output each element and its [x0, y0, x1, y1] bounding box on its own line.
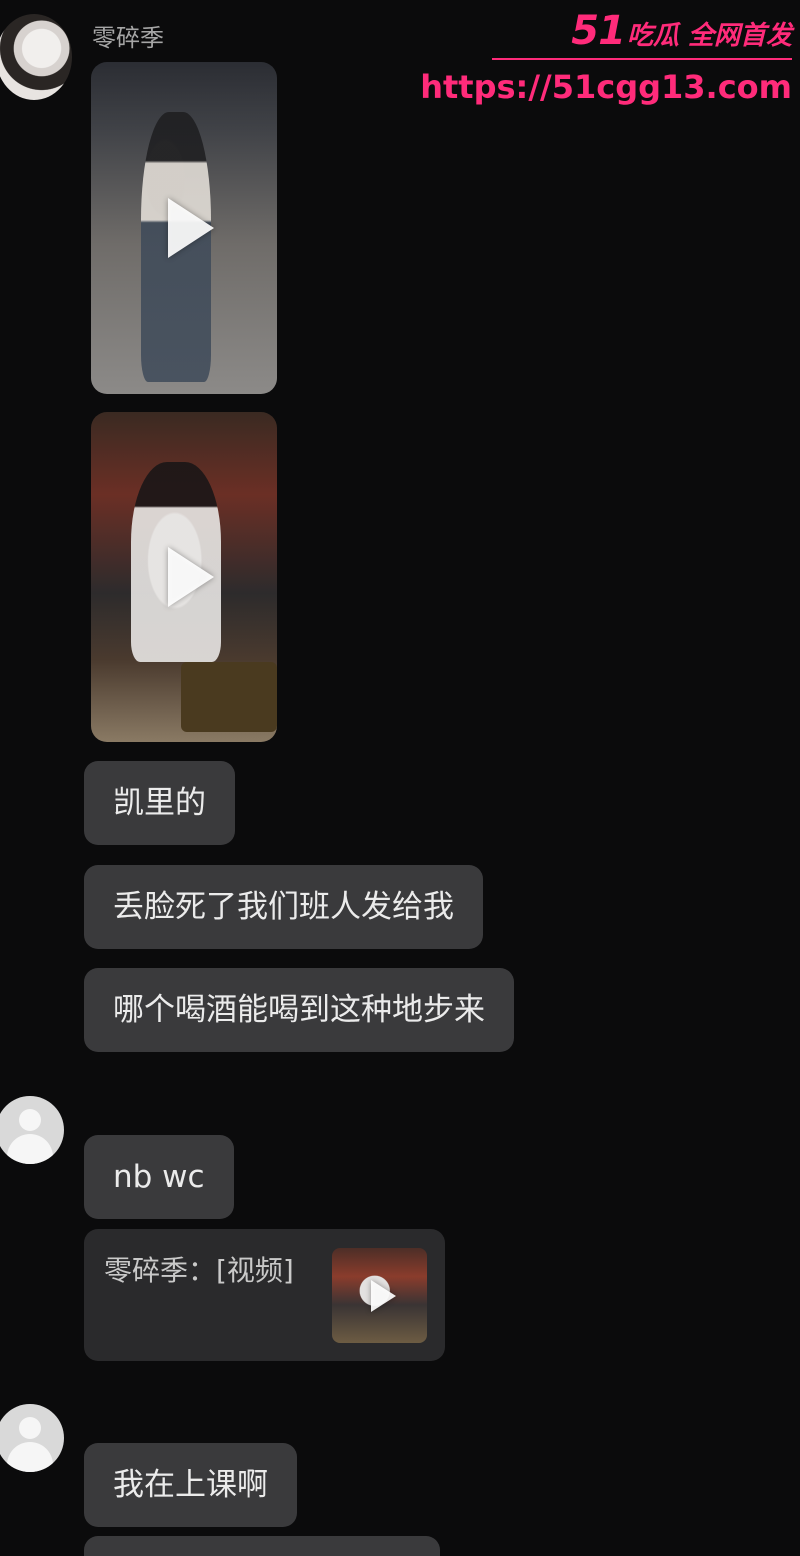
play-icon [370, 1279, 396, 1312]
avatar-body-icon [7, 1442, 53, 1472]
sender-avatar[interactable] [0, 14, 72, 100]
message-bubble[interactable]: 丢脸死了我们班人发给我 [84, 865, 483, 949]
watermark-url: https://51cgg13.com [420, 68, 792, 106]
video-message[interactable] [91, 412, 277, 742]
watermark-logo-number: 51 [571, 8, 626, 54]
message-bubble[interactable]: 我在上课啊 [84, 1443, 297, 1527]
avatar-head-icon [19, 1109, 41, 1131]
message-bubble-partial[interactable] [84, 1536, 440, 1556]
message-bubble[interactable]: 凯里的 [84, 761, 235, 845]
quoted-message-text: 零碎季：[视频] [104, 1254, 294, 1287]
quoted-video-thumbnail[interactable] [332, 1248, 427, 1343]
play-icon[interactable] [168, 198, 214, 258]
video-message[interactable] [91, 62, 277, 394]
message-bubble[interactable]: 哪个喝酒能喝到这种地步来 [84, 968, 514, 1052]
video-thumbnail-object [181, 662, 277, 732]
watermark-divider [492, 58, 792, 60]
avatar-head-icon [19, 1417, 41, 1439]
sender-name: 零碎季 [92, 24, 164, 52]
watermark-logo: 51吃瓜 全网首发 [571, 8, 792, 54]
message-bubble[interactable]: nb wc [84, 1135, 234, 1219]
quoted-message[interactable]: 零碎季：[视频] [84, 1229, 445, 1361]
play-icon[interactable] [168, 547, 214, 607]
user-avatar[interactable] [0, 1404, 64, 1472]
avatar-body-icon [7, 1134, 53, 1164]
user-avatar[interactable] [0, 1096, 64, 1164]
watermark: 51吃瓜 全网首发 https://51cgg13.com [420, 8, 792, 108]
watermark-logo-tag: 吃瓜 全网首发 [626, 21, 792, 51]
